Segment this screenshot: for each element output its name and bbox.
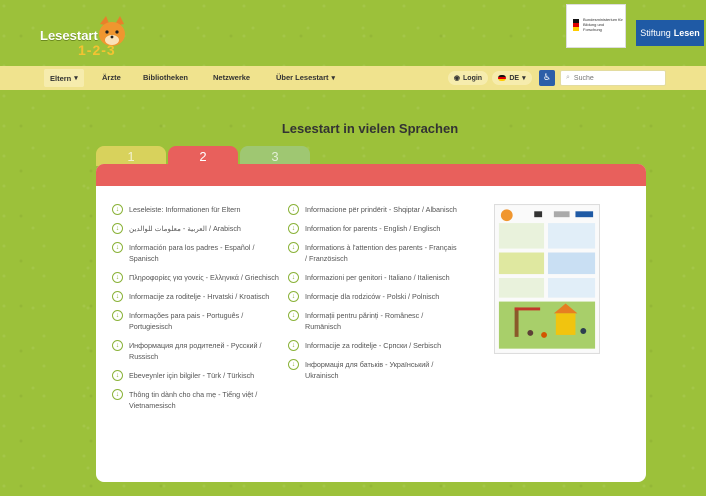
download-icon: ↓: [288, 291, 299, 302]
language-link-label: Information for parents - English / Engl…: [305, 224, 441, 233]
language-download-link[interactable]: ↓ Інформація для батьків - Український / …: [288, 359, 458, 381]
language-link-label: Информация для родителей - Русский / Rus…: [129, 341, 262, 361]
language-download-link[interactable]: ↓ Informații pentru părinți - Românesc / …: [288, 310, 458, 332]
lesestart-logo[interactable]: Lesestart 1-2-3: [36, 14, 132, 62]
user-icon: ◉: [453, 75, 461, 82]
download-icon: ↓: [288, 204, 299, 215]
nav-item-aerzte[interactable]: Ärzte: [102, 73, 121, 82]
ministry-logo[interactable]: Bundesministerium für Bildung und Forsch…: [566, 4, 626, 48]
search-box[interactable]: ⌕: [560, 70, 666, 86]
chevron-down-icon: ▾: [522, 75, 526, 82]
nav-item-bibliotheken[interactable]: Bibliotheken: [143, 73, 188, 82]
nav-item-netzwerke[interactable]: Netzwerke: [213, 73, 250, 82]
language-link-label: Informações para pais - Português / Port…: [129, 311, 244, 331]
search-icon: ⌕: [566, 74, 570, 81]
language-download-link[interactable]: ↓ Informacije za roditelje - Hrvatski / K…: [112, 291, 282, 302]
download-icon: ↓: [112, 204, 123, 215]
chevron-down-icon: ▾: [331, 74, 336, 82]
language-link-label: العربية - معلومات للوالدين / Arabisch: [129, 224, 241, 233]
nav-item-label: Eltern: [50, 73, 72, 83]
language-label: DE: [509, 74, 520, 82]
flag-de-icon: [498, 75, 507, 81]
language-link-label: Informacije za roditelje - Hrvatski / Kr…: [129, 292, 270, 301]
download-icon: ↓: [112, 340, 123, 351]
language-link-label: Informazioni per genitori - Italiano / I…: [305, 273, 450, 282]
language-link-label: Thông tin dành cho cha mẹ - Tiếng việt /…: [129, 390, 258, 410]
lesen-text: Lesen: [673, 28, 700, 38]
language-link-label: Informacije za roditelje - Српски / Serb…: [305, 341, 442, 350]
download-icon: ↓: [288, 359, 299, 370]
language-link-label: Інформація для батьків - Український / U…: [305, 360, 434, 380]
language-download-link[interactable]: ↓ Πληροφορίες για γονείς - Ελληνικά / Gri…: [112, 272, 282, 283]
login-label: Login: [463, 74, 483, 82]
language-select[interactable]: DE ▾: [492, 71, 532, 85]
main-navigation: Eltern ▾ Ärzte Bibliotheken Netzwerke Üb…: [0, 66, 706, 90]
language-download-link[interactable]: ↓ Информация для родителей - Русский / Ru…: [112, 340, 282, 362]
brochure-thumbnail[interactable]: [494, 204, 600, 354]
language-link-label: Leseleiste: Informationen für Eltern: [129, 205, 241, 214]
tab-3[interactable]: 3: [240, 146, 310, 166]
language-link-label: Informacione për prindërit - Shqiptar / …: [305, 205, 457, 214]
language-download-link[interactable]: ↓ Informacije za roditelje - Српски / Ser…: [288, 340, 458, 351]
download-icon: ↓: [288, 242, 299, 253]
language-download-link[interactable]: ↓ Thông tin dành cho cha mẹ - Tiếng việt …: [112, 389, 282, 411]
header: Lesestart 1-2-3 Bundesministerium für Bi…: [0, 0, 706, 66]
language-download-link[interactable]: ↓ Information for parents - English / Eng…: [288, 223, 458, 234]
language-download-link[interactable]: ↓ Información para los padres - Español /…: [112, 242, 282, 264]
language-download-link[interactable]: ↓ Informazioni per genitori - Italiano / …: [288, 272, 458, 283]
nav-item-ueber-lesestart[interactable]: Über Lesestart ▾: [276, 73, 335, 82]
nav-item-label: Bibliotheken: [143, 73, 189, 82]
download-icon: ↓: [288, 223, 299, 234]
language-download-link[interactable]: ↓ Informations à l'attention des parents …: [288, 242, 458, 264]
logo-number: 1-2-3: [78, 42, 116, 58]
nav-item-label: Ärzte: [102, 73, 121, 82]
download-icon: ↓: [288, 310, 299, 321]
nav-item-label: Netzwerke: [213, 73, 251, 82]
card-header-bar: [96, 164, 646, 186]
language-download-link[interactable]: ↓ العربية - معلومات للوالدين / Arabisch: [112, 223, 282, 234]
download-icon: ↓: [112, 223, 123, 234]
logo-text: Lesestart: [40, 28, 98, 43]
accessibility-icon: ♿: [542, 73, 552, 83]
nav-item-eltern[interactable]: Eltern ▾: [44, 69, 84, 87]
download-icon: ↓: [112, 242, 123, 253]
login-button[interactable]: ◉ Login: [448, 71, 488, 85]
download-icon: ↓: [288, 340, 299, 351]
language-link-label: Informations à l'attention des parents -…: [305, 243, 457, 263]
ministry-text: Bundesministerium für Bildung und Forsch…: [583, 17, 623, 32]
download-icon: ↓: [112, 370, 123, 381]
german-flag-icon: [573, 19, 579, 31]
content-card: ↓ Leseleiste: Informationen für Eltern ↓ ال…: [96, 164, 646, 482]
download-icon: ↓: [112, 310, 123, 321]
language-link-label: Ebeveynler için bilgiler - Türk / Türkis…: [129, 371, 255, 380]
tab-2[interactable]: 2: [168, 146, 238, 166]
search-input[interactable]: [573, 74, 654, 82]
chevron-down-icon: ▾: [74, 75, 78, 82]
accessibility-button[interactable]: ♿: [539, 70, 555, 86]
download-icon: ↓: [288, 272, 299, 283]
language-download-link[interactable]: ↓ Ebeveynler için bilgiler - Türk / Türki…: [112, 370, 282, 381]
language-link-label: Información para los padres - Español / …: [129, 243, 255, 263]
download-icon: ↓: [112, 389, 123, 400]
language-link-label: Informații pentru părinți - Românesc / R…: [305, 311, 424, 331]
language-download-link[interactable]: ↓ Informacione për prindërit - Shqiptar /…: [288, 204, 458, 215]
language-download-link[interactable]: ↓ Informacje dla rodziców - Polski / Poln…: [288, 291, 458, 302]
download-icon: ↓: [112, 291, 123, 302]
download-icon: ↓: [112, 272, 123, 283]
language-list-right: ↓ Informacione për prindërit - Shqiptar /…: [288, 204, 458, 389]
language-list-left: ↓ Leseleiste: Informationen für Eltern ↓ ال…: [112, 204, 282, 419]
stiftung-lesen-logo[interactable]: Stiftung Lesen: [636, 20, 704, 46]
language-download-link[interactable]: ↓ Leseleiste: Informationen für Eltern: [112, 204, 282, 215]
language-download-link[interactable]: ↓ Informações para pais - Português / Por…: [112, 310, 282, 332]
language-link-label: Πληροφορίες για γονείς - Ελληνικά / Grie…: [129, 273, 279, 282]
stiftung-text: Stiftung: [640, 28, 671, 38]
tab-1[interactable]: 1: [96, 146, 166, 166]
nav-item-label: Über Lesestart: [276, 73, 329, 82]
page-title: Lesestart in vielen Sprachen: [281, 121, 459, 136]
language-link-label: Informacje dla rodziców - Polski / Polni…: [305, 292, 440, 301]
